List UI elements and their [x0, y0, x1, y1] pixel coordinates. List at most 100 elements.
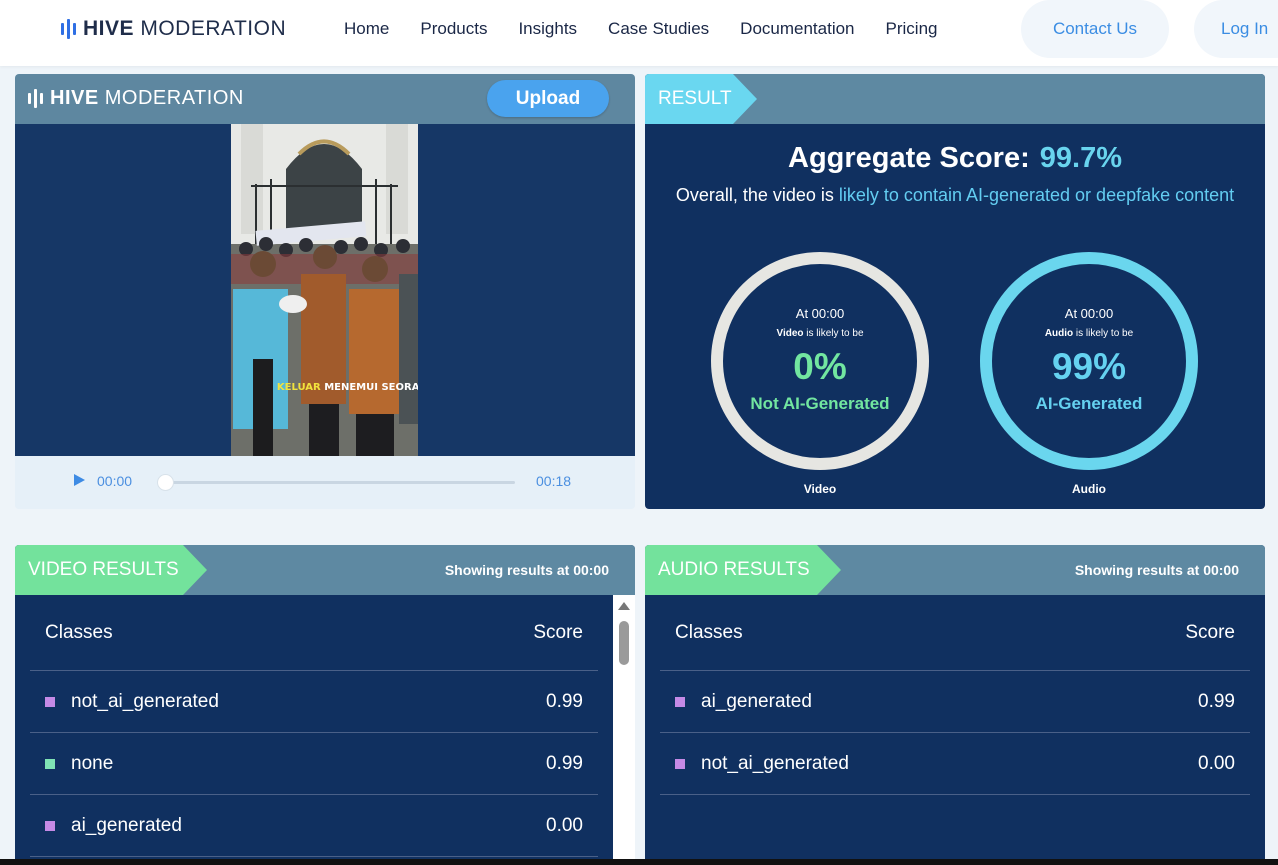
scroll-up-icon[interactable] [618, 602, 630, 610]
nav-products-link[interactable]: Products [420, 19, 487, 39]
video-showing-prefix: Showing results at [444, 562, 574, 578]
video-ring-likely-text: is likely to be [803, 328, 864, 339]
class-color-swatch [675, 758, 685, 769]
video-results-tag-arrow [183, 545, 207, 595]
player-logo-hive-text: HIVE [50, 87, 99, 109]
audio-ring-likely-text: is likely to be [1073, 328, 1134, 339]
contact-us-button[interactable]: Contact Us [1021, 0, 1169, 58]
player-header: HIVE MODERATION Upload [15, 74, 635, 124]
video-ring-subject: Video [776, 328, 804, 339]
caption-highlight: KELUAR [276, 382, 321, 393]
duration: 00:18 [536, 473, 572, 489]
class-cell: ai_generated [675, 691, 812, 713]
video-results-tag: VIDEO RESULTS [15, 545, 183, 595]
table-header: Classes Score [30, 595, 598, 671]
audio-results-panel: AUDIO RESULTS Showing results at 00:00 C… [645, 545, 1265, 865]
class-color-swatch [675, 696, 685, 707]
player-controls: 00:00 00:18 [15, 456, 635, 509]
video-ring-caption: Video [803, 482, 837, 496]
hive-bars-icon [28, 89, 43, 108]
class-cell: none [45, 753, 113, 775]
current-time: 00:00 [97, 473, 133, 489]
score-column-header: Score [1185, 621, 1235, 643]
result-tag-arrow [733, 74, 757, 124]
class-cell: ai_generated [45, 815, 182, 837]
hive-bars-icon [61, 19, 76, 39]
video-caption: KELUAR MENEMUI SEORANG [249, 371, 418, 404]
score-cell: 0.00 [1198, 752, 1235, 774]
main-menu: Home Products Insights Case Studies Docu… [344, 19, 937, 39]
audio-ring-subject: Audio [1044, 328, 1074, 339]
result-panel: RESULT Aggregate Score: 99.7% Overall, th… [645, 74, 1265, 509]
score-column-header: Score [533, 621, 583, 643]
audio-showing-time: 00:00 [1203, 562, 1239, 578]
caption-rest: MENEMUI SEORANG [324, 382, 418, 393]
nav-insights-link[interactable]: Insights [518, 19, 577, 39]
class-name: none [71, 752, 114, 774]
aggregate-value: 99.7% [1039, 142, 1122, 174]
upload-button[interactable]: Upload [487, 80, 609, 117]
audio-ring-caption: Audio [1072, 482, 1106, 496]
video-ring-time: At 00:00 [795, 306, 845, 321]
video-frame[interactable]: KELUAR MENEMUI SEORANG [231, 124, 418, 456]
bottom-edge [0, 859, 1278, 865]
classes-column-header: Classes [675, 621, 743, 643]
table-row: ai_generated 0.99 [660, 671, 1250, 733]
nav-home-link[interactable]: Home [344, 19, 389, 39]
class-name: not_ai_generated [701, 752, 849, 774]
result-tag: RESULT [645, 74, 733, 124]
class-color-swatch [45, 820, 55, 831]
nav-documentation-link[interactable]: Documentation [740, 19, 854, 39]
summary-prefix: Overall, the video is [675, 185, 839, 205]
table-header: Classes Score [660, 595, 1250, 671]
class-name: ai_generated [701, 690, 812, 712]
audio-results-table: Classes Score ai_generated 0.99 not_ai_gen… [660, 595, 1250, 795]
audio-results-tag: AUDIO RESULTS [645, 545, 817, 595]
table-row: not_ai_generated 0.00 [660, 733, 1250, 795]
audio-ring-percent: 99% [1051, 346, 1127, 387]
class-color-swatch [45, 696, 55, 707]
video-showing-time: 00:00 [573, 562, 609, 578]
video-area[interactable]: KELUAR MENEMUI SEORANG [15, 124, 635, 456]
logo-hive-text: HIVE [83, 17, 135, 40]
video-score-ring: At 00:00 Video is likely to be 0% Not AI… [711, 252, 929, 470]
player-logo: HIVE MODERATION [28, 87, 244, 110]
video-showing-text: Showing results at 00:00 [445, 562, 609, 578]
class-cell: not_ai_generated [675, 753, 849, 775]
hive-moderation-logo[interactable]: HIVE MODERATION [61, 17, 286, 41]
aggregate-score: Aggregate Score: 99.7% [645, 142, 1265, 175]
video-results-scrollbar[interactable] [613, 595, 635, 865]
score-cell: 0.00 [546, 814, 583, 836]
nav-case-studies-link[interactable]: Case Studies [608, 19, 709, 39]
video-results-table: Classes Score not_ai_generated 0.99 none 0.… [30, 595, 598, 857]
aggregate-label: Aggregate Score: [788, 142, 1030, 174]
play-icon[interactable] [74, 474, 85, 486]
video-frame-image [231, 124, 418, 456]
scrollbar-thumb[interactable] [619, 621, 629, 665]
player-logo-moderation-text: MODERATION [98, 87, 244, 109]
video-results-header: VIDEO RESULTS Showing results at 00:00 [15, 545, 635, 595]
audio-ring-label: AI-Generated [1035, 394, 1143, 413]
score-cell: 0.99 [546, 752, 583, 774]
log-in-button[interactable]: Log In [1194, 0, 1278, 58]
table-row: ai_generated 0.00 [30, 795, 598, 857]
audio-ring-time: At 00:00 [1064, 306, 1114, 321]
score-cell: 0.99 [546, 690, 583, 712]
seek-track[interactable] [163, 481, 515, 484]
result-header: RESULT [645, 74, 1265, 124]
score-cell: 0.99 [1198, 690, 1235, 712]
audio-score-ring: At 00:00 Audio is likely to be 99% AI-Ge… [980, 252, 1198, 470]
seek-handle[interactable] [157, 474, 174, 491]
classes-column-header: Classes [45, 621, 113, 643]
class-color-swatch [45, 758, 55, 769]
audio-ring-likely: Audio is likely to be [992, 328, 1186, 339]
video-ring-likely: Video is likely to be [723, 328, 917, 339]
video-player-panel: HIVE MODERATION Upload KELUAR MENEMUI SE… [15, 74, 635, 509]
table-row: none 0.99 [30, 733, 598, 795]
nav-pricing-link[interactable]: Pricing [886, 19, 938, 39]
audio-results-tag-arrow [817, 545, 841, 595]
summary-highlight: likely to contain AI-generated or deepfa… [838, 185, 1235, 205]
audio-showing-text: Showing results at 00:00 [1075, 562, 1239, 578]
audio-showing-prefix: Showing results at [1074, 562, 1204, 578]
class-name: ai_generated [71, 814, 182, 836]
